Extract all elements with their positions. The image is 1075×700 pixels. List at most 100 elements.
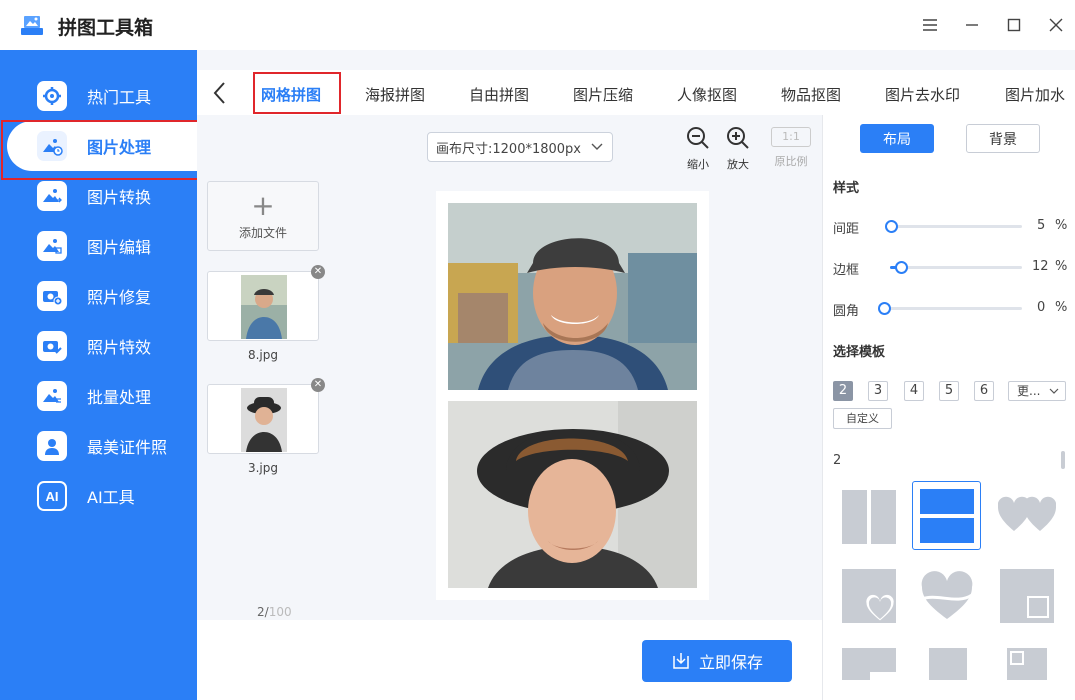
template-heart-split[interactable] bbox=[920, 571, 974, 625]
spacing-value: 5 bbox=[1037, 218, 1046, 233]
border-value: 12 bbox=[1032, 259, 1049, 274]
sidebar-item-label: 热门工具 bbox=[87, 88, 152, 107]
sidebar-item-label: 最美证件照 bbox=[87, 438, 168, 457]
spacing-label: 间距 bbox=[833, 222, 860, 237]
sidebar-item-label: 图片转换 bbox=[87, 188, 152, 207]
tab-add-watermark[interactable]: 图片加水 bbox=[1005, 84, 1075, 105]
sidebar-item-label: 照片特效 bbox=[87, 338, 152, 357]
tab-background[interactable]: 背景 bbox=[966, 124, 1040, 153]
template-single[interactable] bbox=[929, 648, 967, 684]
count-option-4[interactable]: 4 bbox=[904, 381, 924, 401]
collage-photo-2[interactable] bbox=[448, 401, 697, 588]
spacing-slider[interactable] bbox=[885, 220, 1022, 233]
sidebar-item-label: 批量处理 bbox=[87, 388, 152, 407]
slider-handle[interactable] bbox=[878, 302, 891, 315]
remove-file-icon[interactable]: ✕ bbox=[311, 265, 325, 279]
tab-layout[interactable]: 布局 bbox=[860, 124, 934, 153]
title-bar: 拼图工具箱 bbox=[0, 0, 1075, 50]
tools-icon bbox=[37, 81, 67, 111]
zoom-in-button[interactable]: 放大 bbox=[723, 126, 753, 172]
zoom-out-icon bbox=[687, 127, 709, 149]
border-unit: % bbox=[1055, 259, 1068, 274]
save-now-button[interactable]: 立即保存 bbox=[642, 640, 792, 682]
thumbnail-image bbox=[241, 388, 287, 452]
custom-template-button[interactable]: 自定义 bbox=[833, 408, 892, 429]
template-bottom-strip[interactable] bbox=[842, 648, 896, 684]
slider-handle[interactable] bbox=[895, 261, 908, 274]
chevron-down-icon bbox=[1049, 388, 1059, 394]
sidebar-item-image-edit[interactable]: 图片编辑 bbox=[0, 221, 197, 271]
more-options-select[interactable]: 更... bbox=[1008, 381, 1066, 401]
app-window: 拼图工具箱 热门工具 图片处理 图片转换 图片编辑 照片修复 照片特效 批量处理… bbox=[0, 0, 1075, 700]
sidebar-item-batch[interactable]: 批量处理 bbox=[0, 371, 197, 421]
panel-scrollbar[interactable] bbox=[1061, 451, 1065, 469]
maximize-button[interactable] bbox=[1003, 14, 1025, 36]
back-arrow-icon[interactable] bbox=[210, 80, 230, 106]
ratio-box: 1:1 bbox=[771, 127, 811, 147]
count-option-3[interactable]: 3 bbox=[868, 381, 888, 401]
count-option-6[interactable]: 6 bbox=[974, 381, 994, 401]
count-option-5[interactable]: 5 bbox=[939, 381, 959, 401]
file-name: 3.jpg bbox=[247, 461, 279, 475]
tab-image-compress[interactable]: 图片压缩 bbox=[573, 84, 633, 105]
thumbnail-image bbox=[241, 275, 287, 339]
camera-magic-icon bbox=[37, 331, 67, 361]
template-two-hearts[interactable] bbox=[997, 495, 1057, 539]
tab-poster-collage[interactable]: 海报拼图 bbox=[365, 84, 425, 105]
tab-free-collage[interactable]: 自由拼图 bbox=[469, 84, 529, 105]
file-thumbnail[interactable] bbox=[207, 384, 319, 454]
canvas-size-select[interactable]: 画布尺寸:1200*1800px bbox=[427, 132, 613, 162]
file-thumbnail[interactable] bbox=[207, 271, 319, 341]
sidebar-item-photo-repair[interactable]: 照片修复 bbox=[0, 271, 197, 321]
remove-file-icon[interactable]: ✕ bbox=[311, 378, 325, 392]
template-two-columns[interactable] bbox=[842, 490, 896, 548]
template-square-heart[interactable] bbox=[842, 569, 896, 627]
zoom-out-label: 缩小 bbox=[687, 158, 709, 171]
template-group-label: 2 bbox=[833, 453, 842, 468]
sidebar-item-photo-effects[interactable]: 照片特效 bbox=[0, 321, 197, 371]
count-option-2[interactable]: 2 bbox=[833, 381, 853, 401]
template-inset[interactable] bbox=[1007, 648, 1047, 684]
sidebar-item-ai-tools[interactable]: AI AI工具 bbox=[0, 471, 197, 521]
file-counter: 2/100 bbox=[257, 605, 292, 619]
ai-icon: AI bbox=[37, 481, 67, 511]
tab-remove-watermark[interactable]: 图片去水印 bbox=[885, 84, 960, 105]
tab-highlight-box bbox=[253, 72, 341, 114]
sidebar-item-hot-tools[interactable]: 热门工具 bbox=[0, 71, 197, 121]
border-slider[interactable] bbox=[890, 261, 1022, 274]
file-count: 2/ bbox=[257, 605, 269, 619]
file-max: 100 bbox=[268, 605, 292, 619]
sidebar-item-image-convert[interactable]: 图片转换 bbox=[0, 171, 197, 221]
more-options-label: 更... bbox=[1017, 384, 1041, 398]
collage-photo-1[interactable] bbox=[448, 203, 697, 390]
menu-icon[interactable] bbox=[919, 14, 941, 36]
slider-handle[interactable] bbox=[885, 220, 898, 233]
border-label: 边框 bbox=[833, 263, 860, 278]
tab-portrait-cutout[interactable]: 人像抠图 bbox=[677, 84, 737, 105]
save-now-label: 立即保存 bbox=[698, 653, 763, 672]
minimize-button[interactable] bbox=[961, 14, 983, 36]
sidebar-item-id-photo[interactable]: 最美证件照 bbox=[0, 421, 197, 471]
style-section-title: 样式 bbox=[833, 181, 860, 196]
template-square-corner[interactable] bbox=[1000, 569, 1054, 627]
zoom-out-button[interactable]: 缩小 bbox=[683, 126, 713, 172]
original-ratio-button[interactable]: 1:1 原比例 bbox=[771, 127, 811, 169]
app-title: 拼图工具箱 bbox=[58, 17, 154, 39]
download-icon bbox=[673, 653, 689, 669]
zoom-in-icon bbox=[727, 127, 749, 149]
close-button[interactable] bbox=[1045, 14, 1067, 36]
zoom-in-label: 放大 bbox=[727, 158, 749, 171]
tab-object-cutout[interactable]: 物品抠图 bbox=[781, 84, 841, 105]
ai-icon-text: AI bbox=[45, 488, 59, 504]
template-section-title: 选择模板 bbox=[833, 345, 886, 360]
corner-slider[interactable] bbox=[878, 302, 1022, 315]
image-edit-icon bbox=[37, 231, 67, 261]
add-file-button[interactable]: + 添加文件 bbox=[207, 181, 319, 251]
sidebar-item-label: AI工具 bbox=[87, 488, 135, 507]
canvas-size-value: 画布尺寸:1200*1800px bbox=[436, 141, 581, 157]
template-two-rows[interactable] bbox=[912, 481, 981, 550]
spacing-unit: % bbox=[1055, 218, 1068, 233]
sidebar-item-label: 照片修复 bbox=[87, 288, 152, 307]
photo-image bbox=[448, 203, 697, 390]
add-file-label: 添加文件 bbox=[238, 226, 287, 240]
